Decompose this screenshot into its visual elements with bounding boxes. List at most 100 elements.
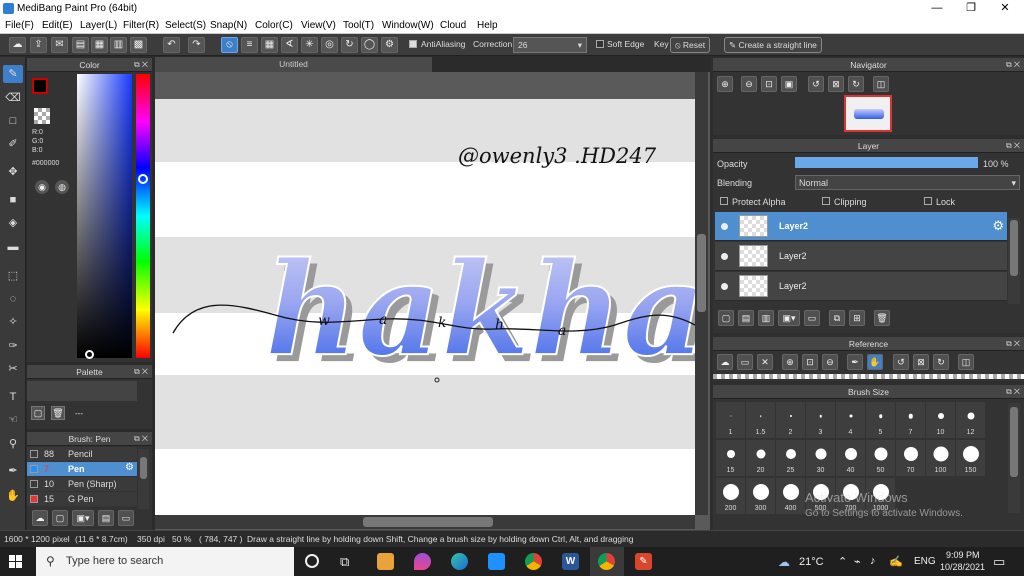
panel-controls-icon[interactable]: ⧉ ✕ bbox=[1006, 337, 1020, 351]
visibility-icon[interactable] bbox=[721, 283, 728, 290]
new-halftone-layer-icon[interactable]: ▤ bbox=[738, 310, 754, 326]
weather-icon[interactable]: ☁ bbox=[778, 555, 790, 569]
share-icon[interactable]: ⇪ bbox=[30, 37, 47, 53]
brush-size-option[interactable]: 15 bbox=[716, 440, 745, 476]
eyedropper-tool-icon[interactable]: ⚲ bbox=[3, 435, 23, 453]
brush-size-option[interactable]: 25 bbox=[776, 440, 805, 476]
brush-size-option[interactable]: 30 bbox=[806, 440, 835, 476]
panel-controls-icon[interactable]: ⧉ ✕ bbox=[134, 58, 148, 72]
canvas-tab[interactable]: Untitled bbox=[155, 57, 432, 72]
gear-icon[interactable]: ⚙ bbox=[992, 218, 1004, 234]
palette-list[interactable] bbox=[27, 381, 137, 401]
hue-cursor[interactable] bbox=[138, 174, 148, 184]
new-layer-icon[interactable]: ▢ bbox=[718, 310, 734, 326]
menu-edit[interactable]: Edit(E) bbox=[42, 20, 73, 31]
brush-tool-icon[interactable]: ✎ bbox=[3, 65, 23, 83]
chevron-up-icon[interactable]: ⌃ bbox=[838, 555, 847, 568]
layer-row[interactable]: Layer2 bbox=[715, 272, 1007, 301]
brush-size-option[interactable]: 3 bbox=[806, 402, 835, 438]
clipping-checkbox[interactable] bbox=[822, 197, 830, 205]
taskbar-search[interactable]: ⚲ Type here to search bbox=[36, 547, 294, 576]
foreground-color-swatch[interactable] bbox=[32, 78, 48, 94]
brush-size-option[interactable]: 200 bbox=[716, 478, 745, 514]
canvas-vertical-scrollbar[interactable] bbox=[695, 72, 708, 515]
soft-edge-checkbox[interactable] bbox=[596, 40, 604, 48]
hand-tool-icon[interactable]: ✋ bbox=[3, 487, 23, 505]
color-wheel-icon[interactable]: ◍ bbox=[55, 180, 69, 194]
panel-controls-icon[interactable]: ⧉ ✕ bbox=[1006, 58, 1020, 72]
panel-controls-icon[interactable]: ⧉ ✕ bbox=[1006, 385, 1020, 399]
menu-filter[interactable]: Filter(R) bbox=[123, 20, 159, 31]
new-8bit-layer-icon[interactable]: ▥ bbox=[758, 310, 774, 326]
protect-alpha-checkbox[interactable] bbox=[720, 197, 728, 205]
brush-scrollbar[interactable] bbox=[138, 449, 149, 509]
cloud-brush-icon[interactable]: ☁ bbox=[32, 510, 48, 526]
trash-icon[interactable]: 🗑 bbox=[874, 310, 890, 326]
menu-select[interactable]: Select(S) bbox=[165, 20, 206, 31]
menu-tool[interactable]: Tool(T) bbox=[343, 20, 374, 31]
layer-row[interactable]: Layer2 ⚙ bbox=[715, 212, 1007, 241]
edge-icon[interactable] bbox=[451, 553, 468, 570]
fit-icon[interactable]: ⊡ bbox=[761, 76, 777, 92]
text-tool-icon[interactable]: T bbox=[3, 388, 23, 406]
folder-icon[interactable]: ▭ bbox=[118, 510, 134, 526]
volume-icon[interactable]: ♪ bbox=[870, 555, 876, 567]
brush-size-scroll-thumb[interactable] bbox=[1010, 407, 1018, 477]
visibility-icon[interactable] bbox=[721, 223, 728, 230]
eyedropper-icon[interactable]: ✒ bbox=[847, 354, 863, 370]
menu-view[interactable]: View(V) bbox=[301, 20, 336, 31]
menu-layer[interactable]: Layer(L) bbox=[80, 20, 117, 31]
language-indicator[interactable]: ENG bbox=[914, 556, 936, 567]
brush-size-option[interactable]: 50 bbox=[866, 440, 895, 476]
rotate-right-icon[interactable]: ↻ bbox=[848, 76, 864, 92]
zoom-in-icon[interactable]: ⊕ bbox=[782, 354, 798, 370]
gear-icon[interactable]: ⚙ bbox=[125, 462, 134, 473]
open-folder-icon[interactable]: ▭ bbox=[737, 354, 753, 370]
menu-color[interactable]: Color(C) bbox=[255, 20, 293, 31]
brush-size-option[interactable]: 4 bbox=[836, 402, 865, 438]
cloud-icon[interactable]: ☁ bbox=[9, 37, 26, 53]
store-icon[interactable] bbox=[377, 553, 394, 570]
windows-start-icon[interactable] bbox=[9, 555, 22, 568]
snap-parallel-icon[interactable]: ≡ bbox=[241, 37, 258, 53]
brush-size-option[interactable]: 7 bbox=[896, 402, 925, 438]
rotate-left-icon[interactable]: ↺ bbox=[808, 76, 824, 92]
temperature[interactable]: 21°C bbox=[799, 556, 824, 568]
document-icon[interactable]: ▤ bbox=[72, 37, 89, 53]
saturation-cursor[interactable] bbox=[85, 350, 94, 359]
chrome-icon[interactable] bbox=[598, 553, 615, 570]
brush-list-item[interactable]: 10 Pen (Sharp) bbox=[27, 477, 137, 491]
brush-size-option[interactable]: 70 bbox=[896, 440, 925, 476]
lock-checkbox[interactable] bbox=[924, 197, 932, 205]
correction-select[interactable]: 26 ▾ bbox=[513, 37, 587, 53]
zoom-out-icon[interactable]: ⊖ bbox=[741, 76, 757, 92]
blending-select[interactable]: Normal ▾ bbox=[795, 175, 1020, 190]
zoom-in-icon[interactable]: ⊕ bbox=[717, 76, 733, 92]
snap-radial-icon[interactable]: ✳ bbox=[301, 37, 318, 53]
new-palette-icon[interactable]: ▢ bbox=[31, 406, 45, 420]
brush-copy-icon[interactable]: ▤ bbox=[98, 510, 114, 526]
close-button[interactable]: ✕ bbox=[988, 0, 1022, 17]
comment-icon[interactable]: ✉ bbox=[51, 37, 68, 53]
brush-list-item[interactable]: 7 Pen ⚙ bbox=[27, 462, 137, 476]
brush-size-option[interactable]: 1.5 bbox=[746, 402, 775, 438]
layer-menu-icon[interactable]: ▣▾ bbox=[778, 310, 800, 326]
brush-size-option[interactable]: 10 bbox=[926, 402, 955, 438]
rect-select-tool-icon[interactable]: □ bbox=[3, 112, 23, 130]
menu-cloud[interactable]: Cloud bbox=[440, 20, 466, 31]
menu-file[interactable]: File(F) bbox=[5, 20, 34, 31]
operation-tool-icon[interactable]: ☜ bbox=[3, 411, 23, 429]
hue-slider[interactable] bbox=[136, 74, 150, 358]
cortana-icon[interactable] bbox=[305, 554, 319, 568]
snap-off-icon[interactable]: ⦸ bbox=[221, 37, 238, 53]
snap-ellipse-icon[interactable]: ◯ bbox=[361, 37, 378, 53]
brush-scroll-thumb[interactable] bbox=[140, 457, 147, 479]
lasso-tool-icon[interactable]: ◌ bbox=[3, 290, 23, 308]
horizontal-scroll-thumb[interactable] bbox=[363, 517, 493, 527]
duplicate-layer-icon[interactable]: ⧉ bbox=[829, 310, 845, 326]
flip-icon[interactable]: ◫ bbox=[873, 76, 889, 92]
close-icon[interactable]: ✕ bbox=[757, 354, 773, 370]
brush-size-option[interactable]: 100 bbox=[926, 440, 955, 476]
pen-icon[interactable]: ✍ bbox=[889, 555, 903, 568]
add-brush-icon[interactable]: ▢ bbox=[52, 510, 68, 526]
